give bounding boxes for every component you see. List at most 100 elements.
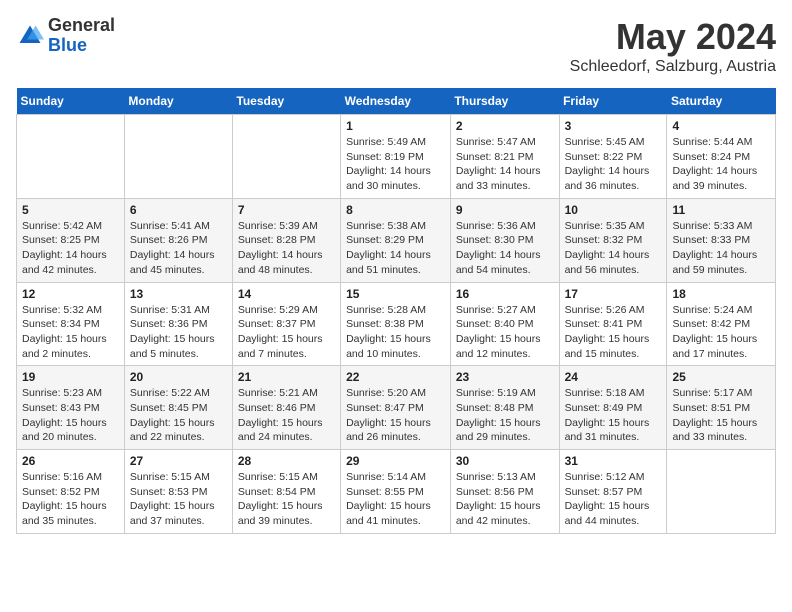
day-number: 25: [672, 370, 770, 384]
day-number: 27: [130, 454, 227, 468]
logo: General Blue: [16, 16, 115, 56]
calendar-cell: 26 Sunrise: 5:16 AM Sunset: 8:52 PM Dayli…: [17, 450, 125, 534]
calendar-cell: [124, 115, 232, 199]
calendar-cell: 20 Sunrise: 5:22 AM Sunset: 8:45 PM Dayli…: [124, 366, 232, 450]
day-number: 1: [346, 119, 445, 133]
calendar-cell: 8Sunrise: 5:38 AM Sunset: 8:29 PM Daylig…: [341, 198, 451, 282]
day-info: Sunrise: 5:49 AM Sunset: 8:19 PM Dayligh…: [346, 135, 445, 194]
week-row-4: 19Sunrise: 5:23 AM Sunset: 8:43 PM Dayli…: [17, 366, 776, 450]
day-number: 20: [130, 370, 227, 384]
page-location: Schleedorf, Salzburg, Austria: [570, 58, 776, 76]
column-header-saturday: Saturday: [667, 88, 776, 115]
day-number: 6: [130, 203, 227, 217]
calendar-cell: [667, 450, 776, 534]
calendar-cell: [232, 115, 340, 199]
day-number: 23: [456, 370, 554, 384]
column-header-monday: Monday: [124, 88, 232, 115]
calendar-cell: 25 Sunrise: 5:17 AM Sunset: 8:51 PM Dayli…: [667, 366, 776, 450]
day-number: 30: [456, 454, 554, 468]
calendar-cell: 29Sunrise: 5:14 AM Sunset: 8:55 PM Dayli…: [341, 450, 451, 534]
day-number: 7: [238, 203, 335, 217]
calendar-cell: 30 Sunrise: 5:13 AM Sunset: 8:56 PM Dayli…: [450, 450, 559, 534]
day-info: Sunrise: 5:12 AM Sunset: 8:57 PM Dayligh…: [565, 470, 662, 529]
day-number: 10: [565, 203, 662, 217]
column-header-thursday: Thursday: [450, 88, 559, 115]
day-number: 21: [238, 370, 335, 384]
calendar-cell: 9 Sunrise: 5:36 AM Sunset: 8:30 PM Daylig…: [450, 198, 559, 282]
calendar-table: SundayMondayTuesdayWednesdayThursdayFrid…: [16, 88, 776, 534]
calendar-cell: 17 Sunrise: 5:26 AM Sunset: 8:41 PM Dayli…: [559, 282, 667, 366]
day-number: 12: [22, 287, 119, 301]
day-info: Sunrise: 5:38 AM Sunset: 8:29 PM Dayligh…: [346, 219, 445, 278]
day-number: 13: [130, 287, 227, 301]
day-info: Sunrise: 5:19 AM Sunset: 8:48 PM Dayligh…: [456, 386, 554, 445]
week-row-1: 1 Sunrise: 5:49 AM Sunset: 8:19 PM Daylig…: [17, 115, 776, 199]
calendar-cell: 15 Sunrise: 5:28 AM Sunset: 8:38 PM Dayli…: [341, 282, 451, 366]
day-number: 2: [456, 119, 554, 133]
day-number: 16: [456, 287, 554, 301]
calendar-cell: 27 Sunrise: 5:15 AM Sunset: 8:53 PM Dayli…: [124, 450, 232, 534]
day-info: Sunrise: 5:15 AM Sunset: 8:54 PM Dayligh…: [238, 470, 335, 529]
day-info: Sunrise: 5:36 AM Sunset: 8:30 PM Dayligh…: [456, 219, 554, 278]
day-info: Sunrise: 5:32 AM Sunset: 8:34 PM Dayligh…: [22, 303, 119, 362]
day-number: 11: [672, 203, 770, 217]
day-info: Sunrise: 5:42 AM Sunset: 8:25 PM Dayligh…: [22, 219, 119, 278]
calendar-cell: [17, 115, 125, 199]
day-number: 17: [565, 287, 662, 301]
day-number: 26: [22, 454, 119, 468]
day-info: Sunrise: 5:29 AM Sunset: 8:37 PM Dayligh…: [238, 303, 335, 362]
day-info: Sunrise: 5:23 AM Sunset: 8:43 PM Dayligh…: [22, 386, 119, 445]
column-header-tuesday: Tuesday: [232, 88, 340, 115]
page-header: General Blue May 2024 Schleedorf, Salzbu…: [16, 16, 776, 76]
day-info: Sunrise: 5:39 AM Sunset: 8:28 PM Dayligh…: [238, 219, 335, 278]
logo-general-text: General: [48, 16, 115, 36]
calendar-cell: 11 Sunrise: 5:33 AM Sunset: 8:33 PM Dayli…: [667, 198, 776, 282]
day-number: 18: [672, 287, 770, 301]
calendar-cell: 13 Sunrise: 5:31 AM Sunset: 8:36 PM Dayli…: [124, 282, 232, 366]
calendar-cell: 5 Sunrise: 5:42 AM Sunset: 8:25 PM Daylig…: [17, 198, 125, 282]
calendar-cell: 23 Sunrise: 5:19 AM Sunset: 8:48 PM Dayli…: [450, 366, 559, 450]
day-number: 5: [22, 203, 119, 217]
calendar-header-row: SundayMondayTuesdayWednesdayThursdayFrid…: [17, 88, 776, 115]
calendar-cell: 21 Sunrise: 5:21 AM Sunset: 8:46 PM Dayli…: [232, 366, 340, 450]
calendar-cell: 28 Sunrise: 5:15 AM Sunset: 8:54 PM Dayli…: [232, 450, 340, 534]
day-number: 29: [346, 454, 445, 468]
day-number: 14: [238, 287, 335, 301]
day-info: Sunrise: 5:28 AM Sunset: 8:38 PM Dayligh…: [346, 303, 445, 362]
day-info: Sunrise: 5:21 AM Sunset: 8:46 PM Dayligh…: [238, 386, 335, 445]
day-number: 3: [565, 119, 662, 133]
day-number: 9: [456, 203, 554, 217]
column-header-sunday: Sunday: [17, 88, 125, 115]
calendar-cell: 4 Sunrise: 5:44 AM Sunset: 8:24 PM Daylig…: [667, 115, 776, 199]
day-info: Sunrise: 5:41 AM Sunset: 8:26 PM Dayligh…: [130, 219, 227, 278]
week-row-3: 12 Sunrise: 5:32 AM Sunset: 8:34 PM Dayli…: [17, 282, 776, 366]
day-number: 28: [238, 454, 335, 468]
day-number: 22: [346, 370, 445, 384]
day-info: Sunrise: 5:24 AM Sunset: 8:42 PM Dayligh…: [672, 303, 770, 362]
day-info: Sunrise: 5:20 AM Sunset: 8:47 PM Dayligh…: [346, 386, 445, 445]
day-info: Sunrise: 5:44 AM Sunset: 8:24 PM Dayligh…: [672, 135, 770, 194]
day-info: Sunrise: 5:13 AM Sunset: 8:56 PM Dayligh…: [456, 470, 554, 529]
column-header-wednesday: Wednesday: [341, 88, 451, 115]
day-info: Sunrise: 5:33 AM Sunset: 8:33 PM Dayligh…: [672, 219, 770, 278]
week-row-5: 26 Sunrise: 5:16 AM Sunset: 8:52 PM Dayli…: [17, 450, 776, 534]
day-info: Sunrise: 5:26 AM Sunset: 8:41 PM Dayligh…: [565, 303, 662, 362]
calendar-cell: 22 Sunrise: 5:20 AM Sunset: 8:47 PM Dayli…: [341, 366, 451, 450]
day-number: 15: [346, 287, 445, 301]
day-number: 4: [672, 119, 770, 133]
column-header-friday: Friday: [559, 88, 667, 115]
day-info: Sunrise: 5:16 AM Sunset: 8:52 PM Dayligh…: [22, 470, 119, 529]
day-info: Sunrise: 5:35 AM Sunset: 8:32 PM Dayligh…: [565, 219, 662, 278]
calendar-cell: 1 Sunrise: 5:49 AM Sunset: 8:19 PM Daylig…: [341, 115, 451, 199]
logo-icon: [16, 22, 44, 50]
day-info: Sunrise: 5:15 AM Sunset: 8:53 PM Dayligh…: [130, 470, 227, 529]
day-info: Sunrise: 5:17 AM Sunset: 8:51 PM Dayligh…: [672, 386, 770, 445]
day-info: Sunrise: 5:31 AM Sunset: 8:36 PM Dayligh…: [130, 303, 227, 362]
day-info: Sunrise: 5:47 AM Sunset: 8:21 PM Dayligh…: [456, 135, 554, 194]
calendar-cell: 6 Sunrise: 5:41 AM Sunset: 8:26 PM Daylig…: [124, 198, 232, 282]
day-info: Sunrise: 5:22 AM Sunset: 8:45 PM Dayligh…: [130, 386, 227, 445]
calendar-cell: 18 Sunrise: 5:24 AM Sunset: 8:42 PM Dayli…: [667, 282, 776, 366]
calendar-cell: 7 Sunrise: 5:39 AM Sunset: 8:28 PM Daylig…: [232, 198, 340, 282]
page-title: May 2024: [570, 16, 776, 58]
calendar-cell: 14 Sunrise: 5:29 AM Sunset: 8:37 PM Dayli…: [232, 282, 340, 366]
